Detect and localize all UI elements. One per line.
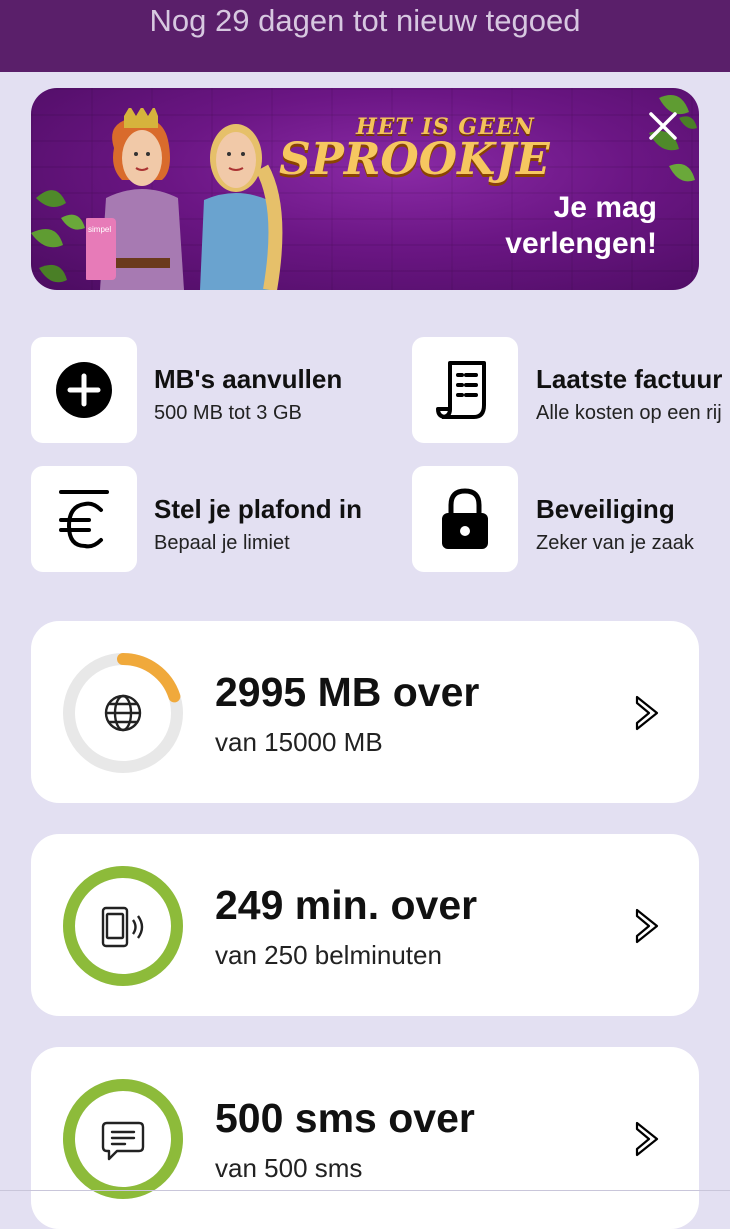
sms-usage-card[interactable]: 500 sms over van 500 sms — [31, 1047, 699, 1229]
credit-reset-bar: Nog 29 dagen tot nieuw tegoed — [0, 0, 730, 72]
latest-invoice-title[interactable]: Laatste factuur — [536, 364, 730, 395]
topup-mb-tile[interactable] — [31, 337, 137, 443]
security-tile[interactable] — [412, 466, 518, 572]
plus-circle-icon — [56, 362, 112, 418]
topup-mb-title[interactable]: MB's aanvullen — [154, 364, 342, 395]
chevron-right-icon[interactable] — [633, 906, 661, 946]
banner-cta: Je mag verlengen! — [505, 190, 657, 262]
close-icon[interactable] — [645, 108, 681, 144]
minutes-usage-ring — [63, 866, 183, 986]
phone-icon — [101, 906, 144, 948]
minutes-remaining: 249 min. over — [215, 882, 478, 928]
chevron-right-icon[interactable] — [633, 693, 661, 733]
sms-usage-ring — [63, 1079, 183, 1199]
euro-limit-icon — [59, 490, 109, 549]
credit-reset-text: Nog 29 dagen tot nieuw tegoed — [149, 3, 581, 38]
bottom-divider — [0, 1190, 730, 1191]
chevron-right-icon[interactable] — [633, 1119, 661, 1159]
topup-mb-subtitle: 500 MB tot 3 GB — [154, 402, 302, 424]
receipt-icon — [436, 361, 486, 419]
security-title[interactable]: Beveiliging — [536, 494, 675, 525]
security-subtitle: Zeker van je zaak — [536, 532, 694, 554]
banner-cta-line1: Je mag — [553, 191, 657, 224]
sms-remaining: 500 sms over — [215, 1095, 475, 1141]
data-total: van 15000 MB — [215, 727, 383, 757]
globe-icon — [104, 694, 142, 732]
latest-invoice-tile[interactable] — [412, 337, 518, 443]
lock-icon — [442, 488, 488, 549]
puppet-phone-label: simpel — [88, 225, 111, 234]
minutes-usage-card[interactable]: 249 min. over van 250 belminuten — [31, 834, 699, 1016]
data-remaining: 2995 MB over — [215, 669, 480, 715]
banner-cta-line2: verlengen! — [505, 227, 657, 260]
latest-invoice-subtitle: Alle kosten op een rij — [536, 402, 722, 424]
puppet-figures: simpel — [86, 108, 283, 290]
ivy-leaves-left — [31, 190, 85, 283]
sms-total: van 500 sms — [215, 1153, 363, 1183]
data-usage-ring — [63, 653, 183, 773]
spending-cap-title[interactable]: Stel je plafond in — [154, 494, 362, 525]
message-icon — [101, 1121, 145, 1161]
data-usage-card[interactable]: 2995 MB over van 15000 MB — [31, 621, 699, 803]
spending-cap-subtitle: Bepaal je limiet — [154, 532, 290, 554]
banner-title: SPROOKJE — [279, 134, 550, 185]
minutes-total: van 250 belminuten — [215, 940, 442, 970]
promo-banner[interactable]: simpel HET IS GEEN SPROOKJE Je mag verle… — [31, 88, 699, 290]
spending-cap-tile[interactable] — [31, 466, 137, 572]
